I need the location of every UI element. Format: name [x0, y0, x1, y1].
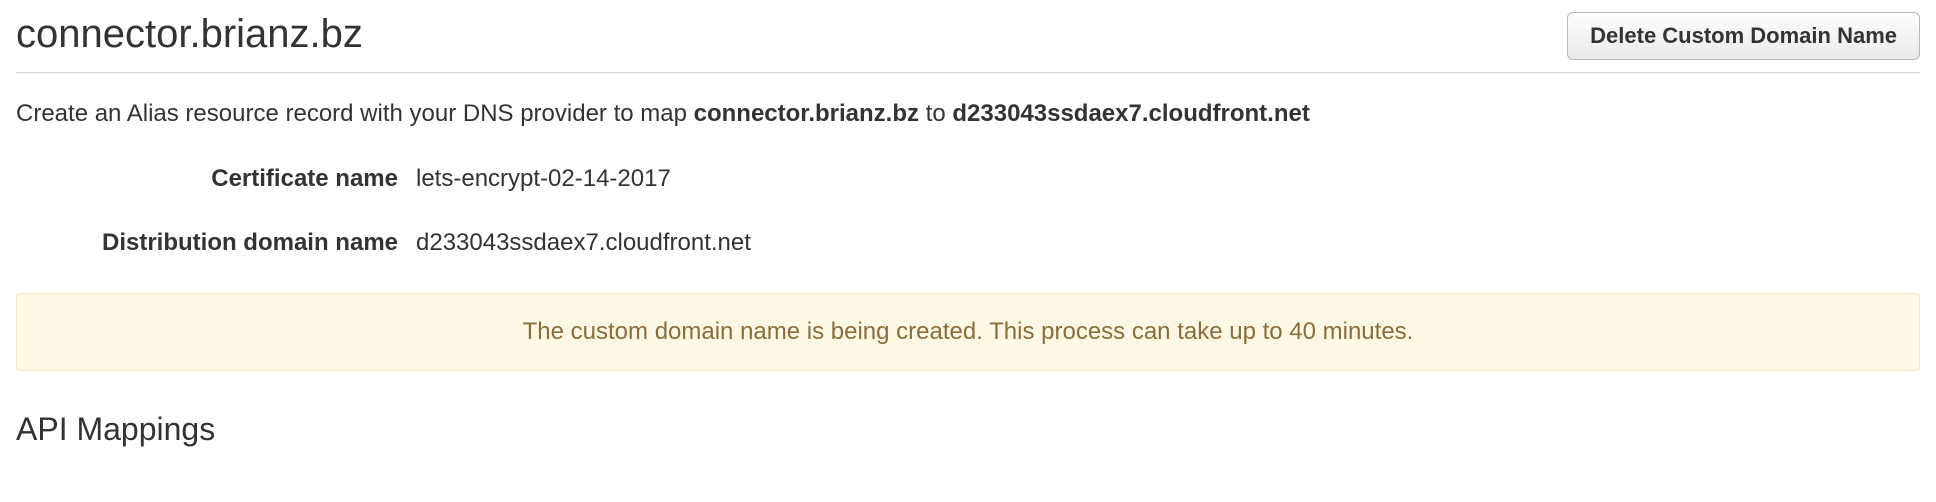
distribution-domain-row: Distribution domain name d233043ssdaex7.… — [16, 229, 1920, 257]
distribution-domain-value: d233043ssdaex7.cloudfront.net — [416, 229, 751, 257]
delete-custom-domain-button[interactable]: Delete Custom Domain Name — [1567, 12, 1920, 60]
instruction-middle: to — [919, 100, 952, 127]
alias-instruction: Create an Alias resource record with you… — [16, 97, 1920, 131]
instruction-domain: connector.brianz.bz — [694, 100, 919, 127]
page-title: connector.brianz.bz — [16, 12, 363, 57]
distribution-domain-label: Distribution domain name — [16, 229, 416, 257]
certificate-name-label: Certificate name — [16, 165, 416, 193]
instruction-prefix: Create an Alias resource record with you… — [16, 100, 694, 127]
alert-message: The custom domain name is being created.… — [523, 318, 1414, 345]
api-mappings-heading: API Mappings — [16, 411, 1920, 448]
domain-header: connector.brianz.bz Delete Custom Domain… — [16, 12, 1920, 73]
certificate-name-row: Certificate name lets-encrypt-02-14-2017 — [16, 165, 1920, 193]
instruction-target: d233043ssdaex7.cloudfront.net — [952, 100, 1309, 127]
certificate-name-value: lets-encrypt-02-14-2017 — [416, 165, 671, 193]
creation-status-alert: The custom domain name is being created.… — [16, 293, 1920, 371]
